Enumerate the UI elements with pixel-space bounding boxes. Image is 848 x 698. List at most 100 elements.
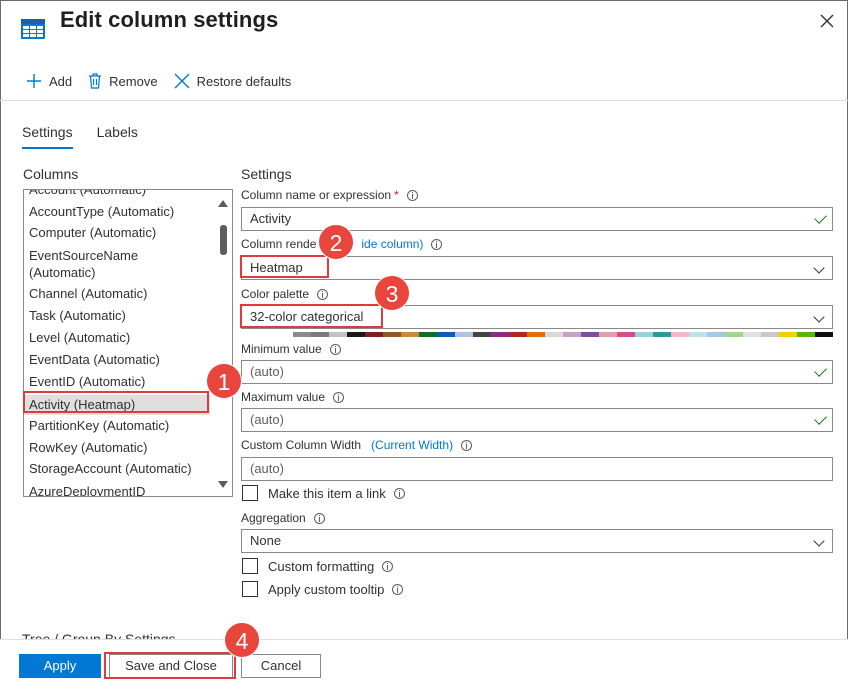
palette-swatch: [509, 332, 527, 337]
min-value-placeholder: (auto): [250, 364, 284, 379]
info-icon[interactable]: [431, 238, 443, 250]
palette-swatch: [401, 332, 419, 337]
palette-swatch: [545, 332, 563, 337]
info-icon[interactable]: [333, 391, 345, 403]
step-badge-1: 1: [206, 363, 242, 399]
tree-group-heading: Tree / Group By Settings: [22, 631, 176, 639]
required-mark: *: [394, 188, 399, 202]
info-icon[interactable]: [392, 583, 404, 595]
check-icon: [814, 412, 827, 425]
close-icon[interactable]: [818, 12, 836, 30]
aggregation-value: None: [250, 533, 282, 548]
restore-label: Restore defaults: [196, 73, 292, 89]
palette-value: 32-color categorical: [250, 309, 364, 324]
max-value-label-text: Maximum value: [241, 390, 326, 404]
min-value-input[interactable]: (auto): [241, 360, 833, 384]
palette-swatch: [311, 332, 329, 337]
palette-dropdown[interactable]: 32-color categorical: [241, 305, 833, 329]
list-scrollbar[interactable]: [215, 190, 232, 496]
remove-button[interactable]: Remove: [88, 73, 158, 89]
info-icon[interactable]: [393, 487, 405, 499]
palette-swatch: [581, 332, 599, 337]
scroll-down-icon[interactable]: [218, 481, 228, 488]
palette-swatch: [779, 332, 797, 337]
cancel-button[interactable]: Cancel: [241, 654, 321, 678]
list-item[interactable]: Account (Automatic): [29, 190, 146, 198]
palette-swatch: [365, 332, 383, 337]
make-link-row[interactable]: Make this item a link: [242, 485, 405, 501]
palette-swatch: [725, 332, 743, 337]
palette-swatch: [383, 332, 401, 337]
info-icon[interactable]: [317, 288, 329, 300]
hide-column-link[interactable]: ide column): [361, 237, 423, 251]
palette-swatch-strip: [257, 332, 833, 337]
palette-swatch: [617, 332, 635, 337]
list-item[interactable]: Level (Automatic): [29, 330, 130, 346]
tab-bar: Settings Labels: [22, 124, 162, 149]
list-item[interactable]: Channel (Automatic): [29, 286, 148, 302]
scroll-thumb[interactable]: [220, 225, 227, 255]
column-width-input[interactable]: (auto): [241, 457, 833, 481]
columns-listbox[interactable]: Account (Automatic) AccountType (Automat…: [23, 189, 233, 497]
palette-swatch: [563, 332, 581, 337]
list-item[interactable]: Task (Automatic): [29, 308, 126, 324]
list-item[interactable]: EventID (Automatic): [29, 374, 145, 390]
aggregation-dropdown[interactable]: None: [241, 529, 833, 553]
list-item[interactable]: StorageAccount (Automatic): [29, 461, 192, 477]
palette-swatch: [257, 332, 275, 337]
custom-formatting-label: Custom formatting: [268, 558, 375, 574]
add-button[interactable]: Add: [26, 73, 72, 89]
list-item[interactable]: EventData (Automatic): [29, 352, 160, 368]
list-item[interactable]: EventSourceName: [29, 248, 138, 264]
dialog-title: Edit column settings: [60, 7, 279, 32]
column-width-placeholder: (auto): [250, 461, 284, 476]
list-item-selected[interactable]: Activity (Heatmap): [24, 395, 210, 415]
info-icon[interactable]: [329, 343, 341, 355]
list-item[interactable]: AzureDeploymentID: [29, 484, 145, 496]
aggregation-label: Aggregation: [241, 511, 325, 525]
palette-swatch: [293, 332, 311, 337]
list-item[interactable]: PartitionKey (Automatic): [29, 418, 169, 434]
chevron-down-icon: [813, 262, 825, 274]
palette-swatch: [743, 332, 761, 337]
column-name-label-text: Column name or expression: [241, 188, 392, 202]
plus-icon: [27, 74, 41, 88]
tab-labels[interactable]: Labels: [97, 124, 138, 149]
custom-tooltip-checkbox[interactable]: [242, 581, 258, 597]
palette-swatch: [329, 332, 347, 337]
list-item[interactable]: AccountType (Automatic): [29, 204, 174, 220]
palette-label-text: Color palette: [241, 287, 310, 301]
chevron-down-icon: [813, 535, 825, 547]
step-badge-3: 3: [374, 275, 410, 311]
max-value-label: Maximum value: [241, 390, 345, 404]
list-item[interactable]: Computer (Automatic): [29, 225, 156, 241]
info-icon[interactable]: [382, 560, 394, 572]
info-icon[interactable]: [313, 512, 325, 524]
palette-swatch: [437, 332, 455, 337]
scroll-up-icon[interactable]: [218, 200, 228, 207]
column-name-value: Activity: [250, 211, 292, 226]
make-link-checkbox[interactable]: [242, 485, 258, 501]
tab-settings[interactable]: Settings: [22, 124, 73, 149]
info-icon[interactable]: [461, 439, 473, 451]
apply-button[interactable]: Apply: [19, 654, 101, 678]
trash-icon: [89, 73, 102, 89]
info-icon[interactable]: [406, 189, 418, 201]
palette-swatch: [599, 332, 617, 337]
palette-swatch: [635, 332, 653, 337]
palette-swatch: [761, 332, 779, 337]
save-and-close-button[interactable]: Save and Close: [109, 654, 233, 678]
current-width-link[interactable]: (Current Width): [371, 438, 453, 452]
custom-formatting-row[interactable]: Custom formatting: [242, 558, 394, 574]
column-width-label-text: Custom Column Width: [241, 438, 362, 452]
list-item[interactable]: (Automatic): [29, 265, 95, 281]
x-icon: [174, 73, 190, 89]
custom-tooltip-row[interactable]: Apply custom tooltip: [242, 581, 404, 597]
restore-defaults-button[interactable]: Restore defaults: [174, 73, 292, 89]
list-item[interactable]: RowKey (Automatic): [29, 440, 147, 456]
renderer-dropdown[interactable]: Heatmap: [241, 256, 833, 280]
max-value-input[interactable]: (auto): [241, 408, 833, 432]
palette-swatch: [797, 332, 815, 337]
check-icon: [814, 211, 827, 224]
custom-formatting-checkbox[interactable]: [242, 558, 258, 574]
